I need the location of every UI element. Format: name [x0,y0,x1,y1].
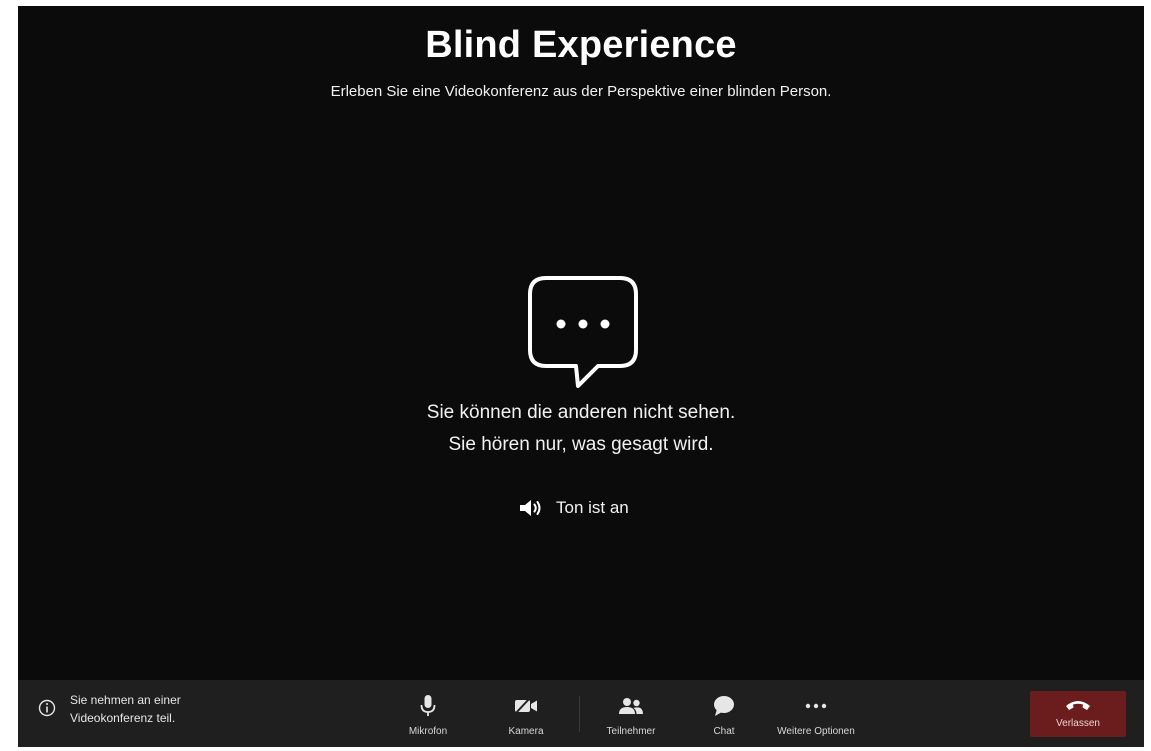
bottom-toolbar: Sie nehmen an einer Videokonferenz teil.… [18,680,1144,747]
camera-button[interactable]: Kamera [496,680,556,747]
participants-icon [618,692,644,720]
microphone-button[interactable]: Mikrofon [398,680,458,747]
chat-bubble-dots-icon [526,274,640,390]
conference-info-text: Sie nehmen an einer Videokonferenz teil. [70,693,181,725]
chat-icon [713,692,735,720]
camera-icon [514,692,538,720]
sound-status[interactable]: Ton ist an [518,496,629,520]
info-line-1: Sie können die anderen nicht sehen. [426,402,736,423]
info-icon[interactable] [38,699,56,722]
info-line-2: Sie hören nur, was gesagt wird. [448,434,714,455]
page-title: Blind Experience [425,24,737,66]
toolbar-divider [579,696,580,732]
more-options-icon [805,692,827,720]
participants-button[interactable]: Teilnehmer [596,680,666,747]
sound-status-label: Ton ist an [556,498,629,517]
chat-button[interactable]: Chat [702,680,746,747]
conference-window: Blind Experience Erleben Sie eine Videok… [18,6,1144,747]
leave-button[interactable]: Verlassen [1030,691,1126,737]
conference-info: Sie nehmen an einer Videokonferenz teil. [38,691,181,727]
microphone-icon [420,692,436,720]
hang-up-icon [1065,699,1091,714]
speaker-icon [518,498,544,518]
page-subtitle: Erleben Sie eine Videokonferenz aus der … [330,83,832,100]
more-options-button[interactable]: Weitere Optionen [770,680,862,747]
